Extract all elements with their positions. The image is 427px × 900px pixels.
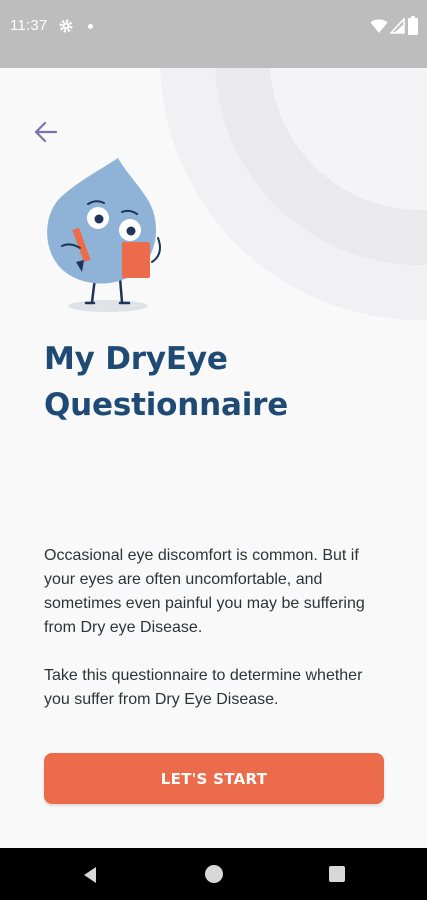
instruction-paragraph: Take this questionnaire to determine whe… [44,667,363,708]
settings-gear-icon [59,19,73,33]
cell-signal-icon [390,18,405,34]
wifi-icon [370,19,388,33]
battery-icon [408,16,418,35]
intro-paragraph: Occasional eye discomfort is common. But… [44,547,365,636]
status-bar: 11:37 [0,0,427,54]
nav-home-icon[interactable] [205,865,223,883]
title-line-2: Questionnaire [44,387,289,423]
notification-dot-icon [88,24,93,29]
lets-start-button[interactable]: LET'S START [44,753,384,804]
screen: 11:37 My DryEye Questionnaire Occasional… [0,0,427,900]
nav-back-icon[interactable] [80,865,100,885]
back-arrow-icon[interactable] [28,114,64,150]
status-bar-extension [0,54,427,68]
water-drop-mascot-image [47,158,161,312]
page-title: My DryEye Questionnaire [44,336,404,428]
system-navigation-bar [0,848,427,900]
nav-recents-icon[interactable] [329,866,345,882]
status-time: 11:37 [10,17,48,34]
title-line-1: My DryEye [44,341,228,377]
